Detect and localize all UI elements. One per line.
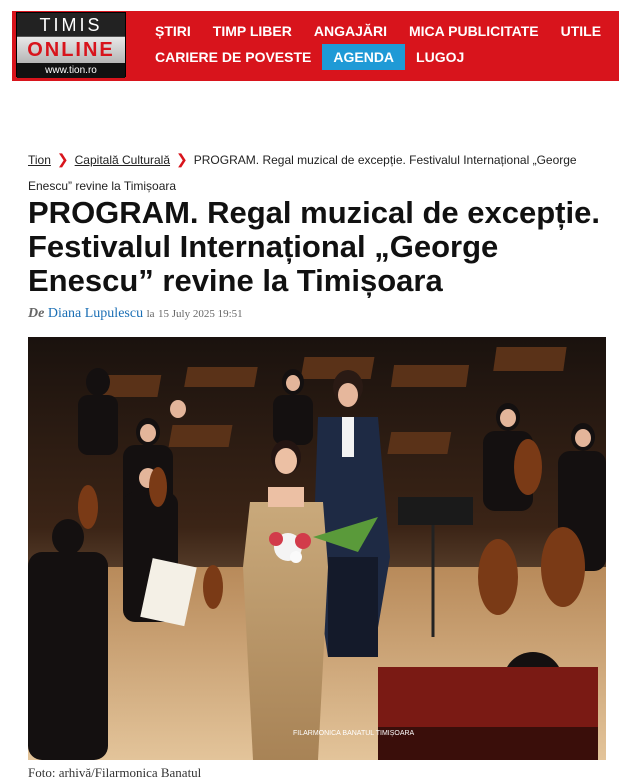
nav-item-angajari[interactable]: ANGAJĂRI [303, 18, 398, 44]
breadcrumb-home-link[interactable]: Tion [28, 153, 51, 167]
publish-date: 15 July 2025 19:51 [158, 308, 243, 320]
nav-item-lugoj[interactable]: LUGOJ [405, 44, 475, 70]
nav-item-agenda[interactable]: AGENDA [322, 44, 406, 70]
date-prefix: la [146, 308, 155, 320]
logo-top-text: TIMIS [17, 13, 125, 37]
chevron-right-icon: ❯ [176, 151, 188, 167]
breadcrumb-category-link[interactable]: Capitală Culturală [75, 153, 170, 167]
article-photo: FILARMONICA BANATUL TIMIȘOARA [28, 337, 606, 760]
nav-item-utile[interactable]: UTILE [550, 18, 612, 44]
chevron-right-icon: ❯ [56, 151, 69, 167]
logo-mid-text: ONLINE [17, 37, 125, 63]
photo-caption: Foto: arhivă/Filarmonica Banatul [28, 765, 202, 780]
nav-item-stiri[interactable]: ȘTIRI [144, 18, 202, 44]
orchestra-concert-photo: FILARMONICA BANATUL TIMIȘOARA [28, 337, 606, 760]
site-logo[interactable]: TIMIS ONLINE www.tion.ro [16, 12, 126, 78]
author-link[interactable]: Diana Lupulescu [48, 306, 143, 321]
article-title: PROGRAM. Regal muzical de excepție. Fest… [28, 195, 600, 298]
main-nav-row-2: CARIERE DE POVESTE AGENDA LUGOJ [144, 44, 475, 70]
nav-item-overflow[interactable]: VI [612, 18, 619, 44]
byline-prefix: De [28, 306, 45, 321]
nav-item-timp-liber[interactable]: TIMP LIBER [202, 18, 303, 44]
nav-item-cariere[interactable]: CARIERE DE POVESTE [144, 44, 322, 70]
main-nav-row-1: ȘTIRI TIMP LIBER ANGAJĂRI MICA PUBLICITA… [144, 20, 619, 42]
logo-url-text: www.tion.ro [17, 63, 125, 78]
article-byline: De Diana Lupulescu la 15 July 2025 19:51 [28, 306, 243, 322]
nav-item-mica-publicitate[interactable]: MICA PUBLICITATE [398, 18, 550, 44]
breadcrumb: Tion ❯ Capitală Culturală ❯ PROGRAM. Regal m… [28, 146, 608, 199]
photo-watermark: FILARMONICA BANATUL TIMIȘOARA [293, 730, 415, 737]
